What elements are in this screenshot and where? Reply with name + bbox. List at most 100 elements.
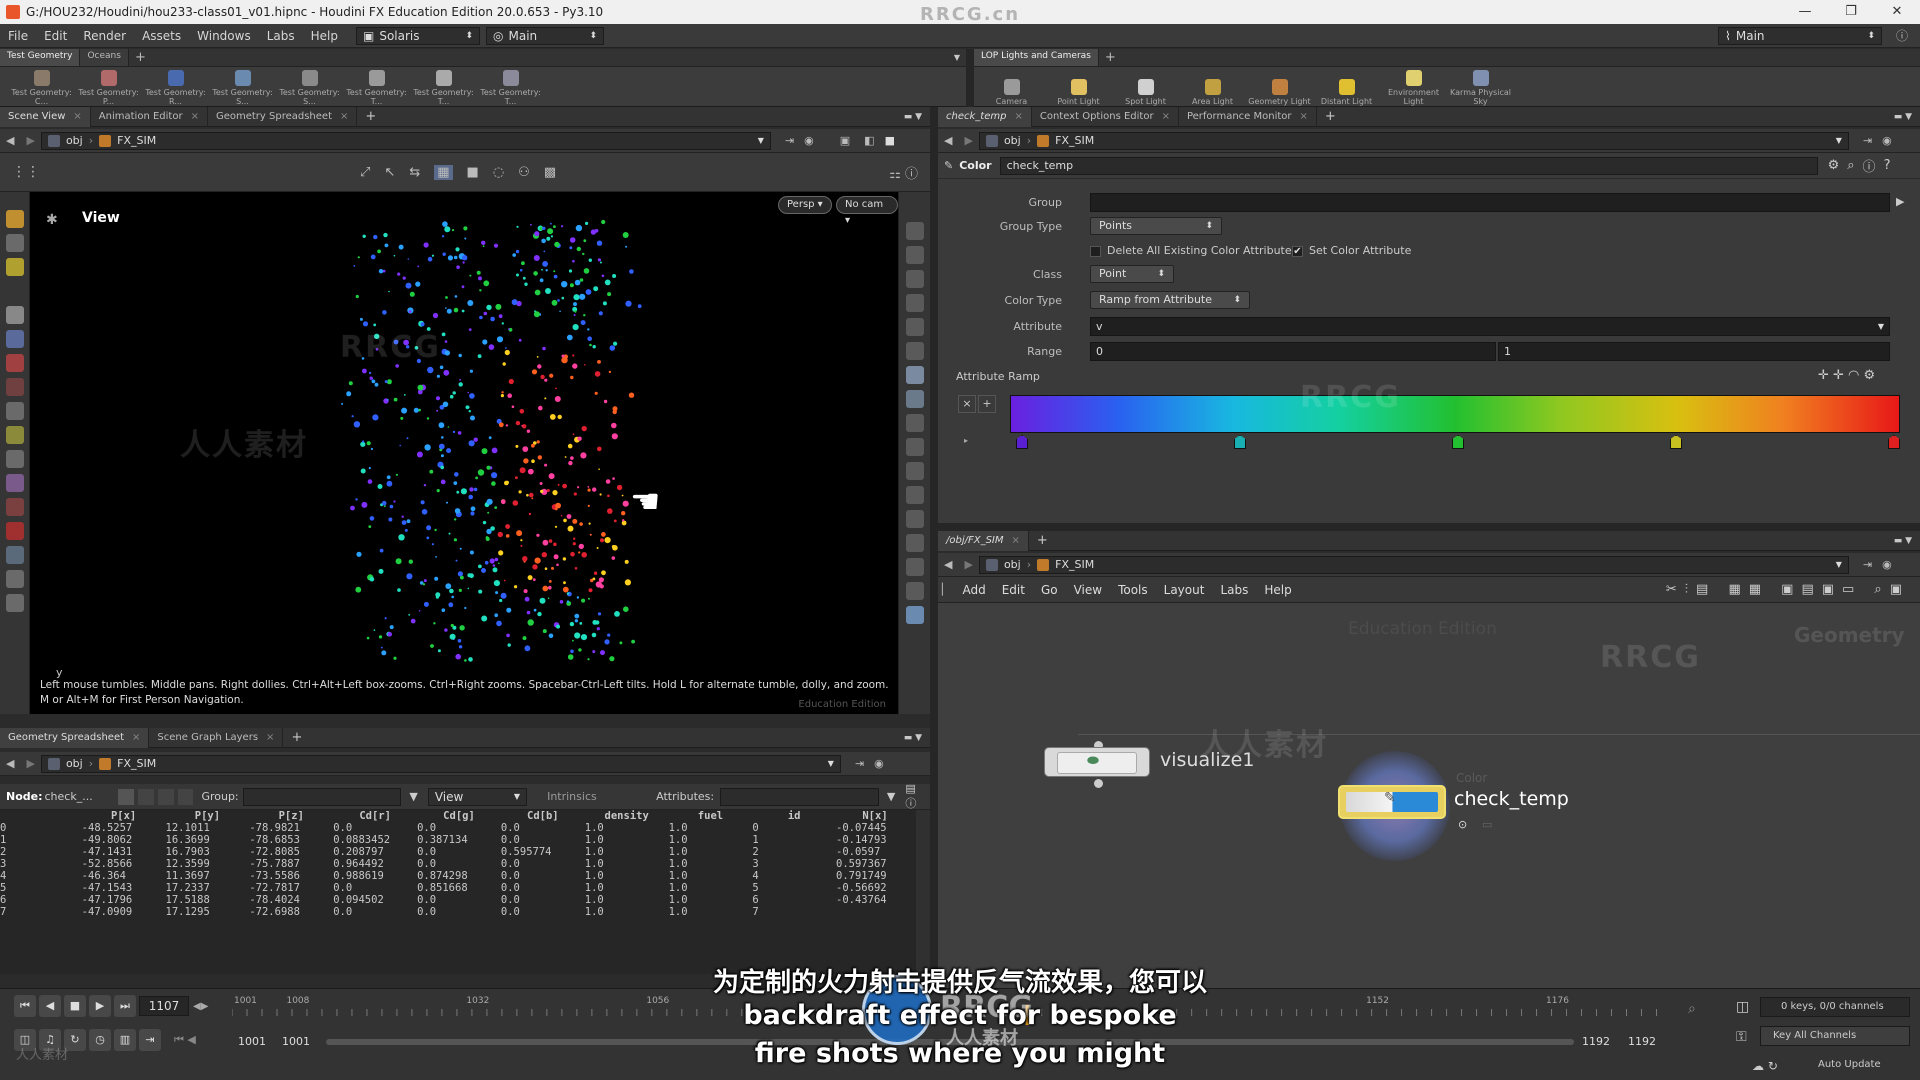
spreadsheet-options-icon[interactable]: ▤ ⓘ [905, 782, 930, 811]
tab-animation-editor[interactable]: Animation Editor × [91, 106, 208, 127]
output-port[interactable] [1094, 779, 1103, 788]
menu-render[interactable]: Render [75, 29, 134, 43]
add-tab-icon[interactable]: + [283, 730, 310, 745]
net-menu-add[interactable]: Add [954, 583, 993, 597]
remove-key-icon[interactable]: × [958, 395, 976, 413]
grid-icon[interactable]: ⋮⋮ [0, 164, 40, 180]
menu-file[interactable]: File [0, 29, 36, 43]
help-icon[interactable]: ⓘ [1896, 27, 1908, 44]
link-icon[interactable]: ◉ [1882, 558, 1892, 571]
shelf-menu-icon[interactable]: ▼ [954, 53, 966, 62]
class-menu[interactable]: Point ⬍ [1090, 265, 1174, 283]
pin-icon[interactable]: ⇥ [1863, 134, 1872, 147]
net-menu-layout[interactable]: Layout [1156, 583, 1213, 597]
tab-network-fx-sim[interactable]: /obj/FX_SIM × [938, 530, 1029, 551]
minimize-button[interactable]: — [1782, 0, 1828, 24]
right-tool-1[interactable]: Point Light [1045, 79, 1112, 106]
camera-tool-icon[interactable] [5, 546, 24, 564]
ramp-key-marker[interactable] [1670, 435, 1682, 449]
pose-icon[interactable] [5, 402, 24, 420]
persp-menu-button[interactable]: Persp ▾ [778, 196, 832, 214]
net-menu-help[interactable]: Help [1256, 583, 1299, 597]
ramp-key-marker[interactable] [1234, 435, 1246, 449]
ramp-gradient[interactable] [1010, 395, 1900, 433]
network-tools-icon[interactable]: ✂⫶▤ ▦▦ ▣▤▣▭ ⌕▣ [1666, 582, 1920, 597]
template-flag-icon[interactable]: ▭ [1482, 818, 1492, 831]
uv-icon[interactable] [905, 390, 924, 408]
table-row[interactable]: 6 -47.1796 17.5188 -78.4024 0.094502 0.0 0.0 1.… [0, 894, 914, 906]
left-tool-0[interactable]: Test Geometry: C... [8, 70, 75, 106]
display-icon[interactable] [905, 222, 924, 240]
add-shelf-icon[interactable]: + [1099, 50, 1122, 65]
expand-ramp-icon[interactable]: ▸ [964, 436, 968, 445]
column-header[interactable]: density [585, 810, 669, 822]
back-arrow-icon[interactable]: ◀ [938, 134, 958, 147]
wireframe-icon[interactable] [905, 246, 924, 264]
transform-icon[interactable]: ⇆ [409, 165, 420, 180]
right-tool-4[interactable]: Geometry Light [1246, 79, 1313, 106]
display-options-icon[interactable]: ▣ [840, 134, 850, 147]
hide-icon[interactable] [905, 438, 924, 456]
net-menu-labs[interactable]: Labs [1212, 583, 1256, 597]
network-canvas[interactable]: Education Edition Geometry ⬬ visualize1 … [938, 603, 1920, 988]
shelf-tab-oceans[interactable]: Oceans [80, 49, 129, 66]
forward-arrow-icon[interactable]: ▶ [20, 757, 40, 770]
add-tab-icon[interactable]: + [357, 109, 384, 124]
right-desktop-select[interactable]: ⌇ Main ⬍ [1718, 26, 1882, 45]
back-arrow-icon[interactable]: ◀ [938, 558, 958, 571]
viewport-help-icon[interactable]: ⚏ ⓘ [889, 163, 930, 182]
left-tool-3[interactable]: Test Geometry: S... [209, 70, 276, 106]
set-color-checkbox[interactable]: ✔ Set Color Attribute [1292, 244, 1411, 257]
pin-icon[interactable]: ⇥ [785, 134, 794, 147]
tab-scene-graph-layers[interactable]: Scene Graph Layers × [149, 727, 284, 748]
frame-icon[interactable] [905, 582, 924, 600]
lock-camera-icon[interactable] [905, 270, 924, 288]
network-path-field[interactable]: obj › FX_SIM ▼ [978, 555, 1849, 574]
select-tool-icon[interactable]: ⤢ [360, 165, 370, 180]
vector-icon[interactable] [905, 534, 924, 552]
info-icon[interactable]: ⓘ [1863, 156, 1876, 175]
vertical-scrollbar[interactable] [916, 810, 930, 974]
view-tool-icon[interactable] [5, 234, 24, 252]
table-row[interactable]: 5 -47.1543 17.2337 -72.7817 0.0 0.851668 0.0 1.… [0, 882, 914, 894]
right-tool-7[interactable]: Karma Physical Sky [1447, 70, 1514, 106]
column-header[interactable]: fuel [669, 810, 753, 822]
geometry-icon[interactable]: ■ [467, 165, 479, 180]
left-tool-2[interactable]: Test Geometry: R... [142, 70, 209, 106]
link-icon[interactable]: ◉ [804, 134, 814, 147]
menu-labs[interactable]: Labs [259, 29, 303, 43]
viewport[interactable]: ✱ View Persp ▾ No cam ▾ y ☚ Left mouse t… [30, 192, 898, 714]
flat-icon[interactable] [905, 558, 924, 576]
viewport-layout-icon[interactable]: ◧ [864, 134, 874, 147]
right-tool-5[interactable]: Distant Light [1313, 79, 1380, 106]
sculpt-icon[interactable] [5, 474, 24, 492]
color-type-menu[interactable]: Ramp from Attribute ⬍ [1090, 291, 1250, 309]
range-max-input[interactable]: 1 [1498, 342, 1890, 361]
arrow-tool-icon[interactable]: ↖ [384, 165, 395, 180]
right-tool-3[interactable]: Area Light [1179, 79, 1246, 106]
table-row[interactable]: 3 -52.8566 12.3599 -75.7887 0.964492 0.0 0.0 1.… [0, 858, 914, 870]
net-menu-tools[interactable]: Tools [1110, 583, 1156, 597]
node-visualize1-body[interactable]: ⬬ [1044, 747, 1150, 777]
display-flag-icon[interactable]: ⊙ [1458, 818, 1467, 831]
forward-arrow-icon[interactable]: ▶ [958, 558, 978, 571]
handle-tool-icon[interactable] [5, 210, 24, 228]
menu-help[interactable]: Help [303, 29, 346, 43]
net-menu-view[interactable]: View [1066, 583, 1110, 597]
left-tool-7[interactable]: Test Geometry: T... [477, 70, 544, 106]
column-header[interactable]: P[z] [249, 810, 333, 822]
column-header[interactable]: N[x] [836, 810, 914, 822]
horizontal-pane-divider[interactable] [938, 523, 1920, 531]
tab-scene-view[interactable]: Scene View × [0, 106, 91, 127]
spreadsheet-path-field[interactable]: obj › FX_SIM ▼ [40, 754, 841, 773]
select-arrow-icon[interactable]: ▶ [1896, 195, 1904, 208]
shelf-tab-lop-lights[interactable]: LOP Lights and Cameras [974, 49, 1099, 66]
back-arrow-icon[interactable]: ◀ [0, 134, 20, 147]
template-icon[interactable]: ▩ [544, 165, 556, 180]
vertices-mode-icon[interactable] [137, 788, 154, 805]
light-tool-icon[interactable] [5, 594, 24, 612]
attribute-input[interactable]: v ▼ [1090, 317, 1890, 336]
paint-tool-icon[interactable] [5, 258, 24, 276]
delete-all-checkbox[interactable]: Delete All Existing Color Attributes [1090, 244, 1297, 257]
magnet-red-icon[interactable] [5, 522, 24, 540]
